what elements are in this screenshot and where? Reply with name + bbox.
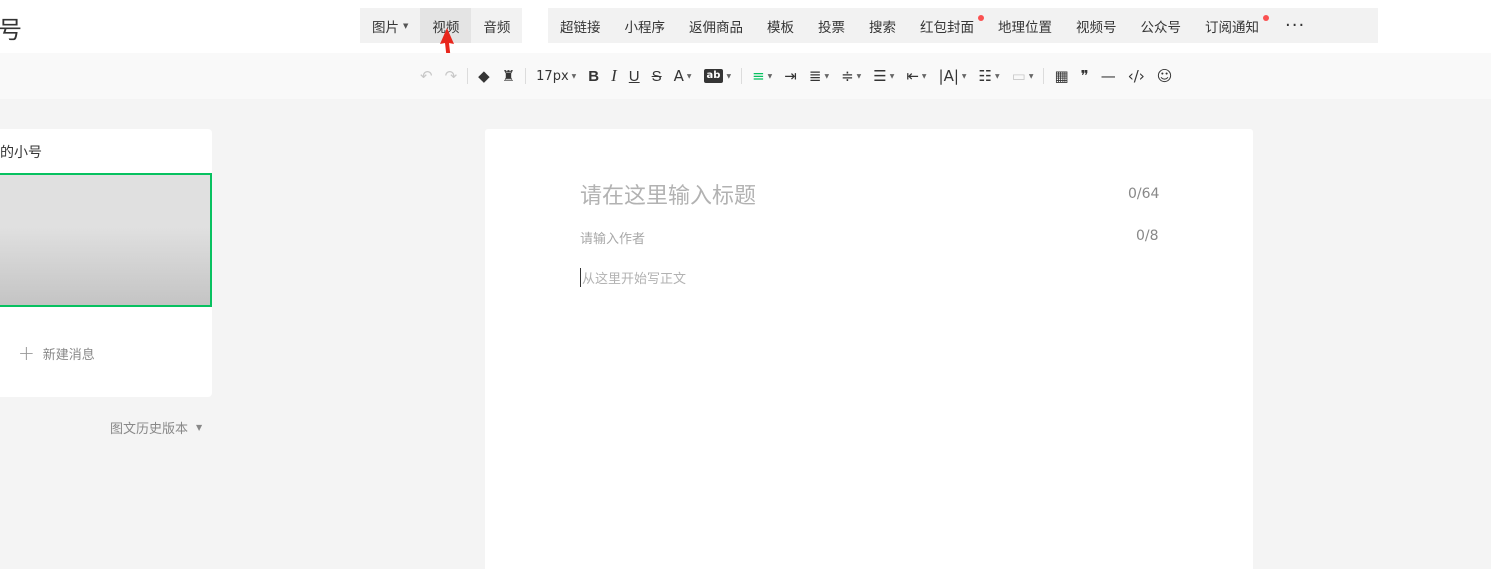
mini-program-button[interactable]: 小程序 <box>613 8 678 43</box>
audio-tab[interactable]: 音频 <box>471 8 522 43</box>
subscription-notice-label: 订阅通知 <box>1205 19 1259 36</box>
emoji-icon[interactable]: ☺ <box>1151 61 1179 91</box>
format-toolbar: ↶ ↷ ◆ ♜ 17px ▼ B I U S A ▼ ab ▼ ≡ ▼ ⇥ ≣ … <box>414 61 1178 91</box>
divider-icon[interactable]: — <box>1095 61 1122 91</box>
title-input[interactable]: 请在这里输入标题 <box>580 178 756 210</box>
chevron-down-icon: ▼ <box>921 72 927 80</box>
chevron-down-icon: ▼ <box>403 21 409 30</box>
undo-icon[interactable]: ↶ <box>414 61 439 91</box>
outdent-glyph: ≣ <box>808 67 822 85</box>
bold-icon[interactable]: B <box>582 61 605 91</box>
line-height-glyph: ≑ <box>841 67 854 85</box>
chevron-down-icon: ▼ <box>856 72 862 80</box>
new-badge-dot <box>978 15 984 21</box>
new-message-button[interactable]: + 新建消息 <box>18 341 95 365</box>
toolbar-divider <box>467 68 469 84</box>
paragraph-spacing-icon[interactable]: ☰ ▼ <box>867 61 900 91</box>
hyperlink-button[interactable]: 超链接 <box>548 8 613 43</box>
more-icon[interactable]: ··· <box>1271 8 1319 43</box>
disabled-tool-icon[interactable]: ▭ ▼ <box>1006 61 1040 91</box>
toolbar-divider <box>741 68 743 84</box>
disabled-tool-glyph: ▭ <box>1011 67 1026 85</box>
clear-format-icon[interactable]: ◆ <box>472 61 496 91</box>
new-badge-dot <box>1263 15 1269 21</box>
author-char-count: 0/8 <box>1136 228 1159 244</box>
list-icon[interactable]: ☷ ▼ <box>973 61 1006 91</box>
list-glyph: ☷ <box>978 67 992 85</box>
chevron-down-icon: ▼ <box>686 72 692 80</box>
chevron-down-icon: ▼ <box>1028 72 1034 80</box>
commission-product-button[interactable]: 返佣商品 <box>677 8 755 43</box>
align-glyph: ≡ <box>752 67 765 85</box>
table-icon[interactable]: ▦ <box>1048 61 1074 91</box>
chevron-down-icon: ▼ <box>995 72 1000 80</box>
chevron-down-icon: ▼ <box>571 72 577 80</box>
letter-spacing-glyph: |A| <box>938 67 959 85</box>
image-tab[interactable]: 图片 ▼ <box>360 8 420 43</box>
font-size-select[interactable]: 17px ▼ <box>530 61 582 91</box>
toolbar-divider <box>525 68 527 84</box>
plus-icon: + <box>18 341 35 365</box>
text-indent-icon[interactable]: ⇤ ▼ <box>900 61 932 91</box>
underline-icon[interactable]: U <box>623 61 646 91</box>
chevron-down-icon: ▼ <box>767 72 773 80</box>
text-indent-glyph: ⇤ <box>906 67 919 85</box>
red-packet-cover-label: 红包封面 <box>920 19 974 36</box>
font-color-glyph: A <box>673 67 684 85</box>
italic-icon[interactable]: I <box>605 61 623 91</box>
history-versions-button[interactable]: 图文历史版本 ▼ <box>110 418 202 437</box>
history-versions-label: 图文历史版本 <box>110 422 189 437</box>
format-painter-icon[interactable]: ♜ <box>496 61 521 91</box>
vote-button[interactable]: 投票 <box>806 8 857 43</box>
chevron-down-icon: ▼ <box>889 72 895 80</box>
search-button[interactable]: 搜索 <box>857 8 908 43</box>
letter-spacing-icon[interactable]: |A| ▼ <box>933 61 973 91</box>
body-editor[interactable]: 从这里开始写正文 <box>580 268 686 287</box>
code-icon[interactable]: ‹/› <box>1122 61 1151 91</box>
insert-tools-group: 超链接 小程序 返佣商品 模板 投票 搜索 红包封面 地理位置 视频号 公众号 … <box>548 8 1378 43</box>
font-color-icon[interactable]: A ▼ <box>668 61 698 91</box>
new-message-label: 新建消息 <box>42 347 95 363</box>
indent-icon[interactable]: ⇥ <box>778 61 803 91</box>
image-tab-label: 图片 <box>372 19 399 36</box>
outdent-icon[interactable]: ≣ ▼ <box>803 61 835 91</box>
strikethrough-icon[interactable]: S <box>646 61 668 91</box>
font-size-value: 17px <box>536 68 569 84</box>
account-name: 的小号 <box>0 145 42 161</box>
line-height-icon[interactable]: ≑ ▼ <box>835 61 867 91</box>
location-button[interactable]: 地理位置 <box>986 8 1064 43</box>
paragraph-spacing-glyph: ☰ <box>873 67 887 85</box>
chevron-down-icon: ▼ <box>961 72 967 80</box>
brand-title: 号 <box>0 16 22 44</box>
redo-icon[interactable]: ↷ <box>439 61 464 91</box>
toolbar-divider <box>1043 68 1045 84</box>
quote-icon[interactable]: ❞ <box>1075 61 1095 91</box>
background-color-icon[interactable]: ab ▼ <box>698 61 738 91</box>
chevron-down-icon: ▼ <box>196 423 203 432</box>
background-color-glyph: ab <box>703 69 724 83</box>
channels-button[interactable]: 视频号 <box>1064 8 1129 43</box>
official-account-button[interactable]: 公众号 <box>1129 8 1194 43</box>
subscription-notice-button[interactable]: 订阅通知 <box>1193 8 1271 43</box>
template-button[interactable]: 模板 <box>755 8 806 43</box>
align-icon[interactable]: ≡ ▼ <box>746 61 778 91</box>
title-char-count: 0/64 <box>1128 186 1160 202</box>
chevron-down-icon: ▼ <box>726 72 732 80</box>
article-cover-thumbnail[interactable] <box>0 173 212 307</box>
chevron-down-icon: ▼ <box>824 72 830 80</box>
red-packet-cover-button[interactable]: 红包封面 <box>908 8 986 43</box>
author-input[interactable]: 请输入作者 <box>580 228 645 247</box>
